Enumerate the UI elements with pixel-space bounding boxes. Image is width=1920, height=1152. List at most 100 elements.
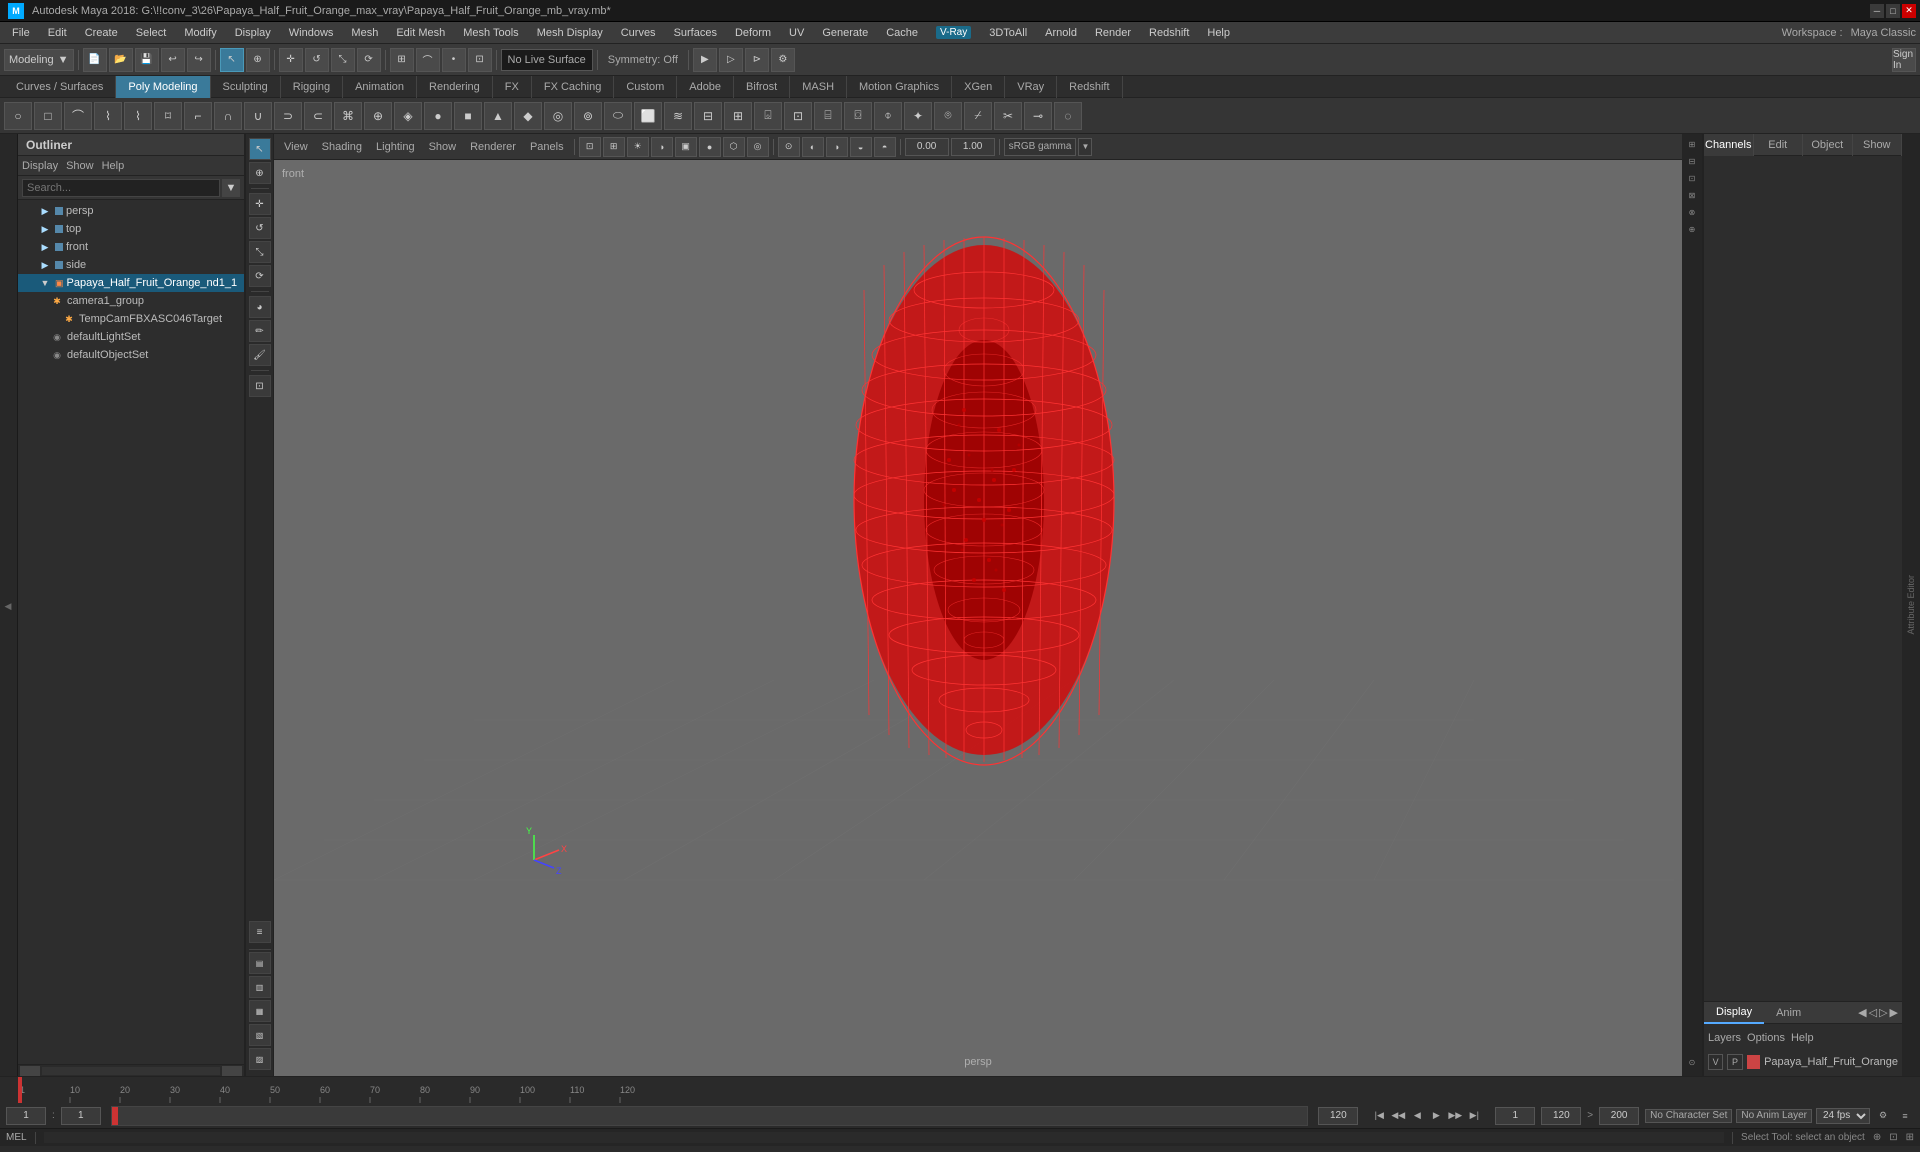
outliner-display[interactable]: Display [22,160,58,172]
menu-edit-mesh[interactable]: Edit Mesh [388,23,453,43]
shelf-tool8[interactable]: ⊂ [304,102,332,130]
tab-motion-graphics[interactable]: Motion Graphics [847,76,952,98]
go-end-btn[interactable]: ▶| [1465,1107,1483,1125]
tab-sculpting[interactable]: Sculpting [211,76,281,98]
tab-bifrost[interactable]: Bifrost [734,76,790,98]
menu-windows[interactable]: Windows [281,23,342,43]
status-icon3[interactable]: ⊞ [1906,1132,1914,1143]
vp-lights-btn[interactable]: ☀ [627,137,649,157]
shelf-tool9[interactable]: ⌘ [334,102,362,130]
menu-select[interactable]: Select [128,23,175,43]
tab-fx[interactable]: FX [493,76,532,98]
tab-custom[interactable]: Custom [614,76,677,98]
da-tab-display[interactable]: Display [1704,1002,1764,1024]
tab-object[interactable]: Object [1803,134,1853,156]
menu-generate[interactable]: Generate [814,23,876,43]
shelf-box[interactable]: ■ [454,102,482,130]
vp-shadow-btn[interactable]: ◑ [651,137,673,157]
da-btn1[interactable]: ◀ [1858,1006,1866,1019]
sculpt-tool[interactable]: ✏ [249,320,271,342]
shelf-tool5[interactable]: ∩ [214,102,242,130]
shelf-tool7[interactable]: ⊃ [274,102,302,130]
outliner-item-default-objectset[interactable]: ◉ defaultObjectSet [18,346,244,364]
viewport-canvas[interactable]: X Y Z front persp [274,160,1682,1076]
range-end-input[interactable] [1541,1107,1581,1125]
layer-v-btn[interactable]: V [1708,1054,1723,1070]
vp-icon2[interactable]: ◐ [802,137,824,157]
shelf-tool1[interactable]: ⌇ [94,102,122,130]
menu-mesh-display[interactable]: Mesh Display [529,23,611,43]
tab-fx-caching[interactable]: FX Caching [532,76,614,98]
layer-btn1[interactable]: ▤ [249,952,271,974]
shelf-nurbs[interactable]: ≋ [664,102,692,130]
tab-rigging[interactable]: Rigging [281,76,343,98]
status-icon2[interactable]: ⊡ [1889,1132,1897,1143]
layers-help[interactable]: Help [1791,1032,1814,1044]
mel-input[interactable] [44,1132,1724,1143]
right-mini-btn5[interactable]: ⊗ [1684,204,1700,220]
vp-menu-view[interactable]: View [278,137,314,157]
shelf-circle[interactable]: ○ [4,102,32,130]
right-mini-btn3[interactable]: ⊡ [1684,170,1700,186]
shelf-subdiv[interactable]: ⊟ [694,102,722,130]
play-fwd-btn[interactable]: ▶ [1427,1107,1445,1125]
gamma-dropdown[interactable]: ▼ [1078,138,1092,156]
search-expand-btn[interactable]: ▼ [222,179,240,197]
shelf-target-weld[interactable]: ⌿ [964,102,992,130]
layer-btn4[interactable]: ▧ [249,1024,271,1046]
menu-curves[interactable]: Curves [613,23,664,43]
select-tool[interactable]: ↖ [249,138,271,160]
window-controls[interactable]: ─ □ ✕ [1870,4,1916,18]
outliner-help[interactable]: Help [102,160,125,172]
shelf-merge[interactable]: ⌽ [874,102,902,130]
scale-btn[interactable]: ⤡ [331,48,355,72]
outliner-item-papaya[interactable]: ▼ ▣ Papaya_Half_Fruit_Orange_nd1_1 [18,274,244,292]
left-vert-btn1[interactable]: ◀ [1,599,17,615]
snap-view-btn[interactable]: ⊡ [468,48,492,72]
outliner-search-input[interactable] [22,179,220,197]
menu-mesh[interactable]: Mesh [343,23,386,43]
menu-3dtoall[interactable]: 3DToAll [981,23,1035,43]
shelf-extrude[interactable]: ⊡ [784,102,812,130]
play-back-btn[interactable]: ◀ [1408,1107,1426,1125]
shelf-tool4[interactable]: ⌐ [184,102,212,130]
shelf-multicut[interactable]: ✂ [994,102,1022,130]
right-mini-btn-bottom[interactable]: ⊙ [1684,1054,1700,1070]
shelf-smooth[interactable]: ◌ [1054,102,1082,130]
shelf-curve1[interactable]: ⌒ [64,102,92,130]
maximize-button[interactable]: □ [1886,4,1900,18]
da-tab-anim[interactable]: Anim [1764,1002,1813,1024]
tab-xgen[interactable]: XGen [952,76,1005,98]
tab-show[interactable]: Show [1853,134,1903,156]
tab-channels[interactable]: Channels [1704,134,1754,156]
right-mini-btn1[interactable]: ⊞ [1684,136,1700,152]
vp-grid-btn[interactable]: ⊞ [603,137,625,157]
tab-edit[interactable]: Edit [1754,134,1804,156]
settings-btn[interactable]: ⚙ [1874,1107,1892,1125]
paint-tool[interactable]: 🖌 [249,344,271,366]
scale-tool[interactable]: ⤡ [249,241,271,263]
shelf-tool10[interactable]: ⊕ [364,102,392,130]
shelf-ellipse[interactable]: ◎ [544,102,572,130]
render-seq-btn[interactable]: ▷ [719,48,743,72]
menu-help[interactable]: Help [1199,23,1238,43]
shelf-tool3[interactable]: ⌑ [154,102,182,130]
open-btn[interactable]: 📂 [109,48,133,72]
snap-point-btn[interactable]: • [442,48,466,72]
vp-menu-renderer[interactable]: Renderer [464,137,522,157]
da-btn4[interactable]: ▶ [1890,1006,1898,1019]
vp-menu-shading[interactable]: Shading [316,137,368,157]
shelf-connect[interactable]: ⊸ [1024,102,1052,130]
vp-icon5[interactable]: ◓ [874,137,896,157]
shelf-tool6[interactable]: ∪ [244,102,272,130]
status-icon1[interactable]: ⊕ [1873,1132,1881,1143]
menu-modify[interactable]: Modify [176,23,224,43]
redo-btn[interactable]: ↪ [187,48,211,72]
layer-btn2[interactable]: ▥ [249,976,271,998]
shelf-fill[interactable]: ⌼ [844,102,872,130]
right-mini-btn4[interactable]: ⊠ [1684,187,1700,203]
vp-icon4[interactable]: ◒ [850,137,872,157]
num-field-1[interactable]: 0.00 [905,138,949,156]
num-field-2[interactable]: 1.00 [951,138,995,156]
snap-curve-btn[interactable]: ⌒ [416,48,440,72]
